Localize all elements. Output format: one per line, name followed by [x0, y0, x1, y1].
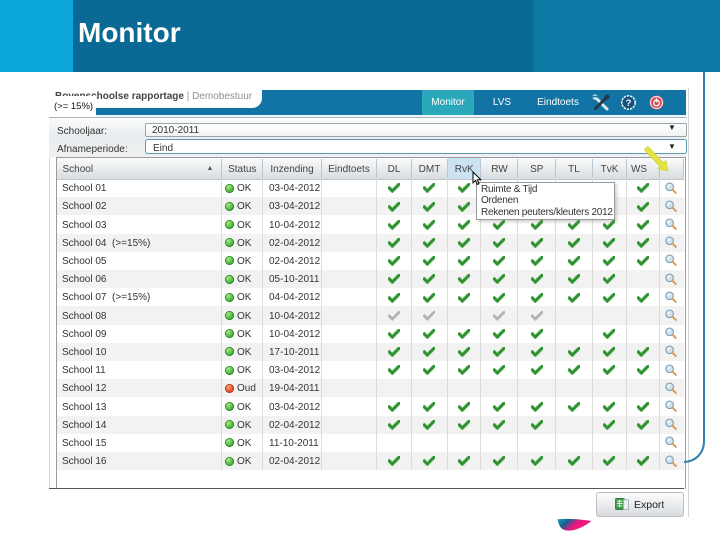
- svg-text:?: ?: [626, 98, 632, 109]
